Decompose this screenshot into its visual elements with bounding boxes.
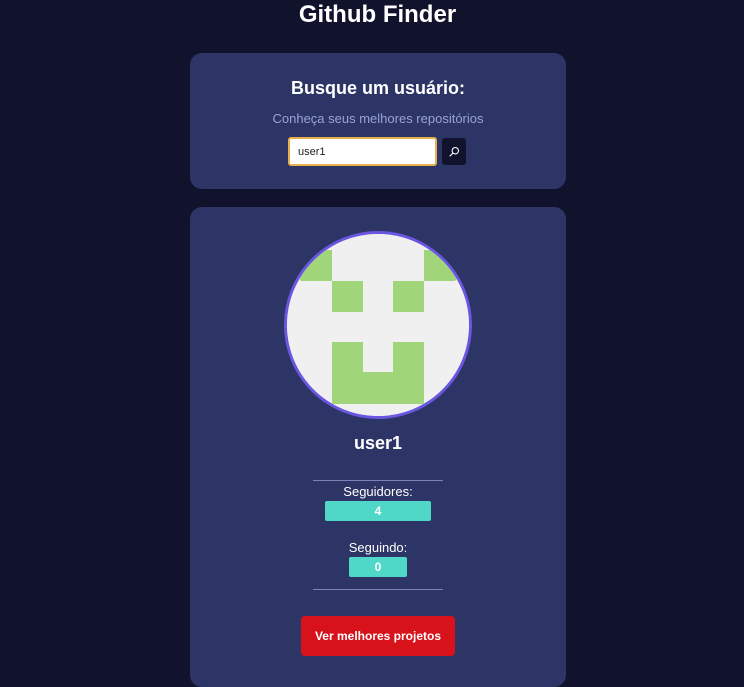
followers-label: Seguidores: xyxy=(343,484,413,499)
search-icon xyxy=(448,146,459,157)
page-title: Github Finder xyxy=(298,1,457,28)
profile-card: user1 Seguidores: 4 Seguindo: 0 Ver melh… xyxy=(190,207,566,687)
identicon-image xyxy=(287,234,469,416)
stats-divider-top xyxy=(313,480,443,481)
best-projects-button[interactable]: Ver melhores projetos xyxy=(301,616,455,656)
following-label: Seguindo: xyxy=(348,540,408,555)
stats-divider-bottom xyxy=(313,589,443,590)
followers-count-badge: 4 xyxy=(325,501,431,521)
search-button[interactable] xyxy=(442,138,466,165)
search-card: Busque um usuário: Conheça seus melhores… xyxy=(190,53,566,189)
username: user1 xyxy=(353,433,403,453)
search-input[interactable] xyxy=(288,137,437,166)
search-subtitle: Conheça seus melhores repositórios xyxy=(272,111,484,126)
avatar xyxy=(284,231,472,419)
following-count-badge: 0 xyxy=(349,557,407,577)
search-heading: Busque um usuário: xyxy=(290,78,465,98)
